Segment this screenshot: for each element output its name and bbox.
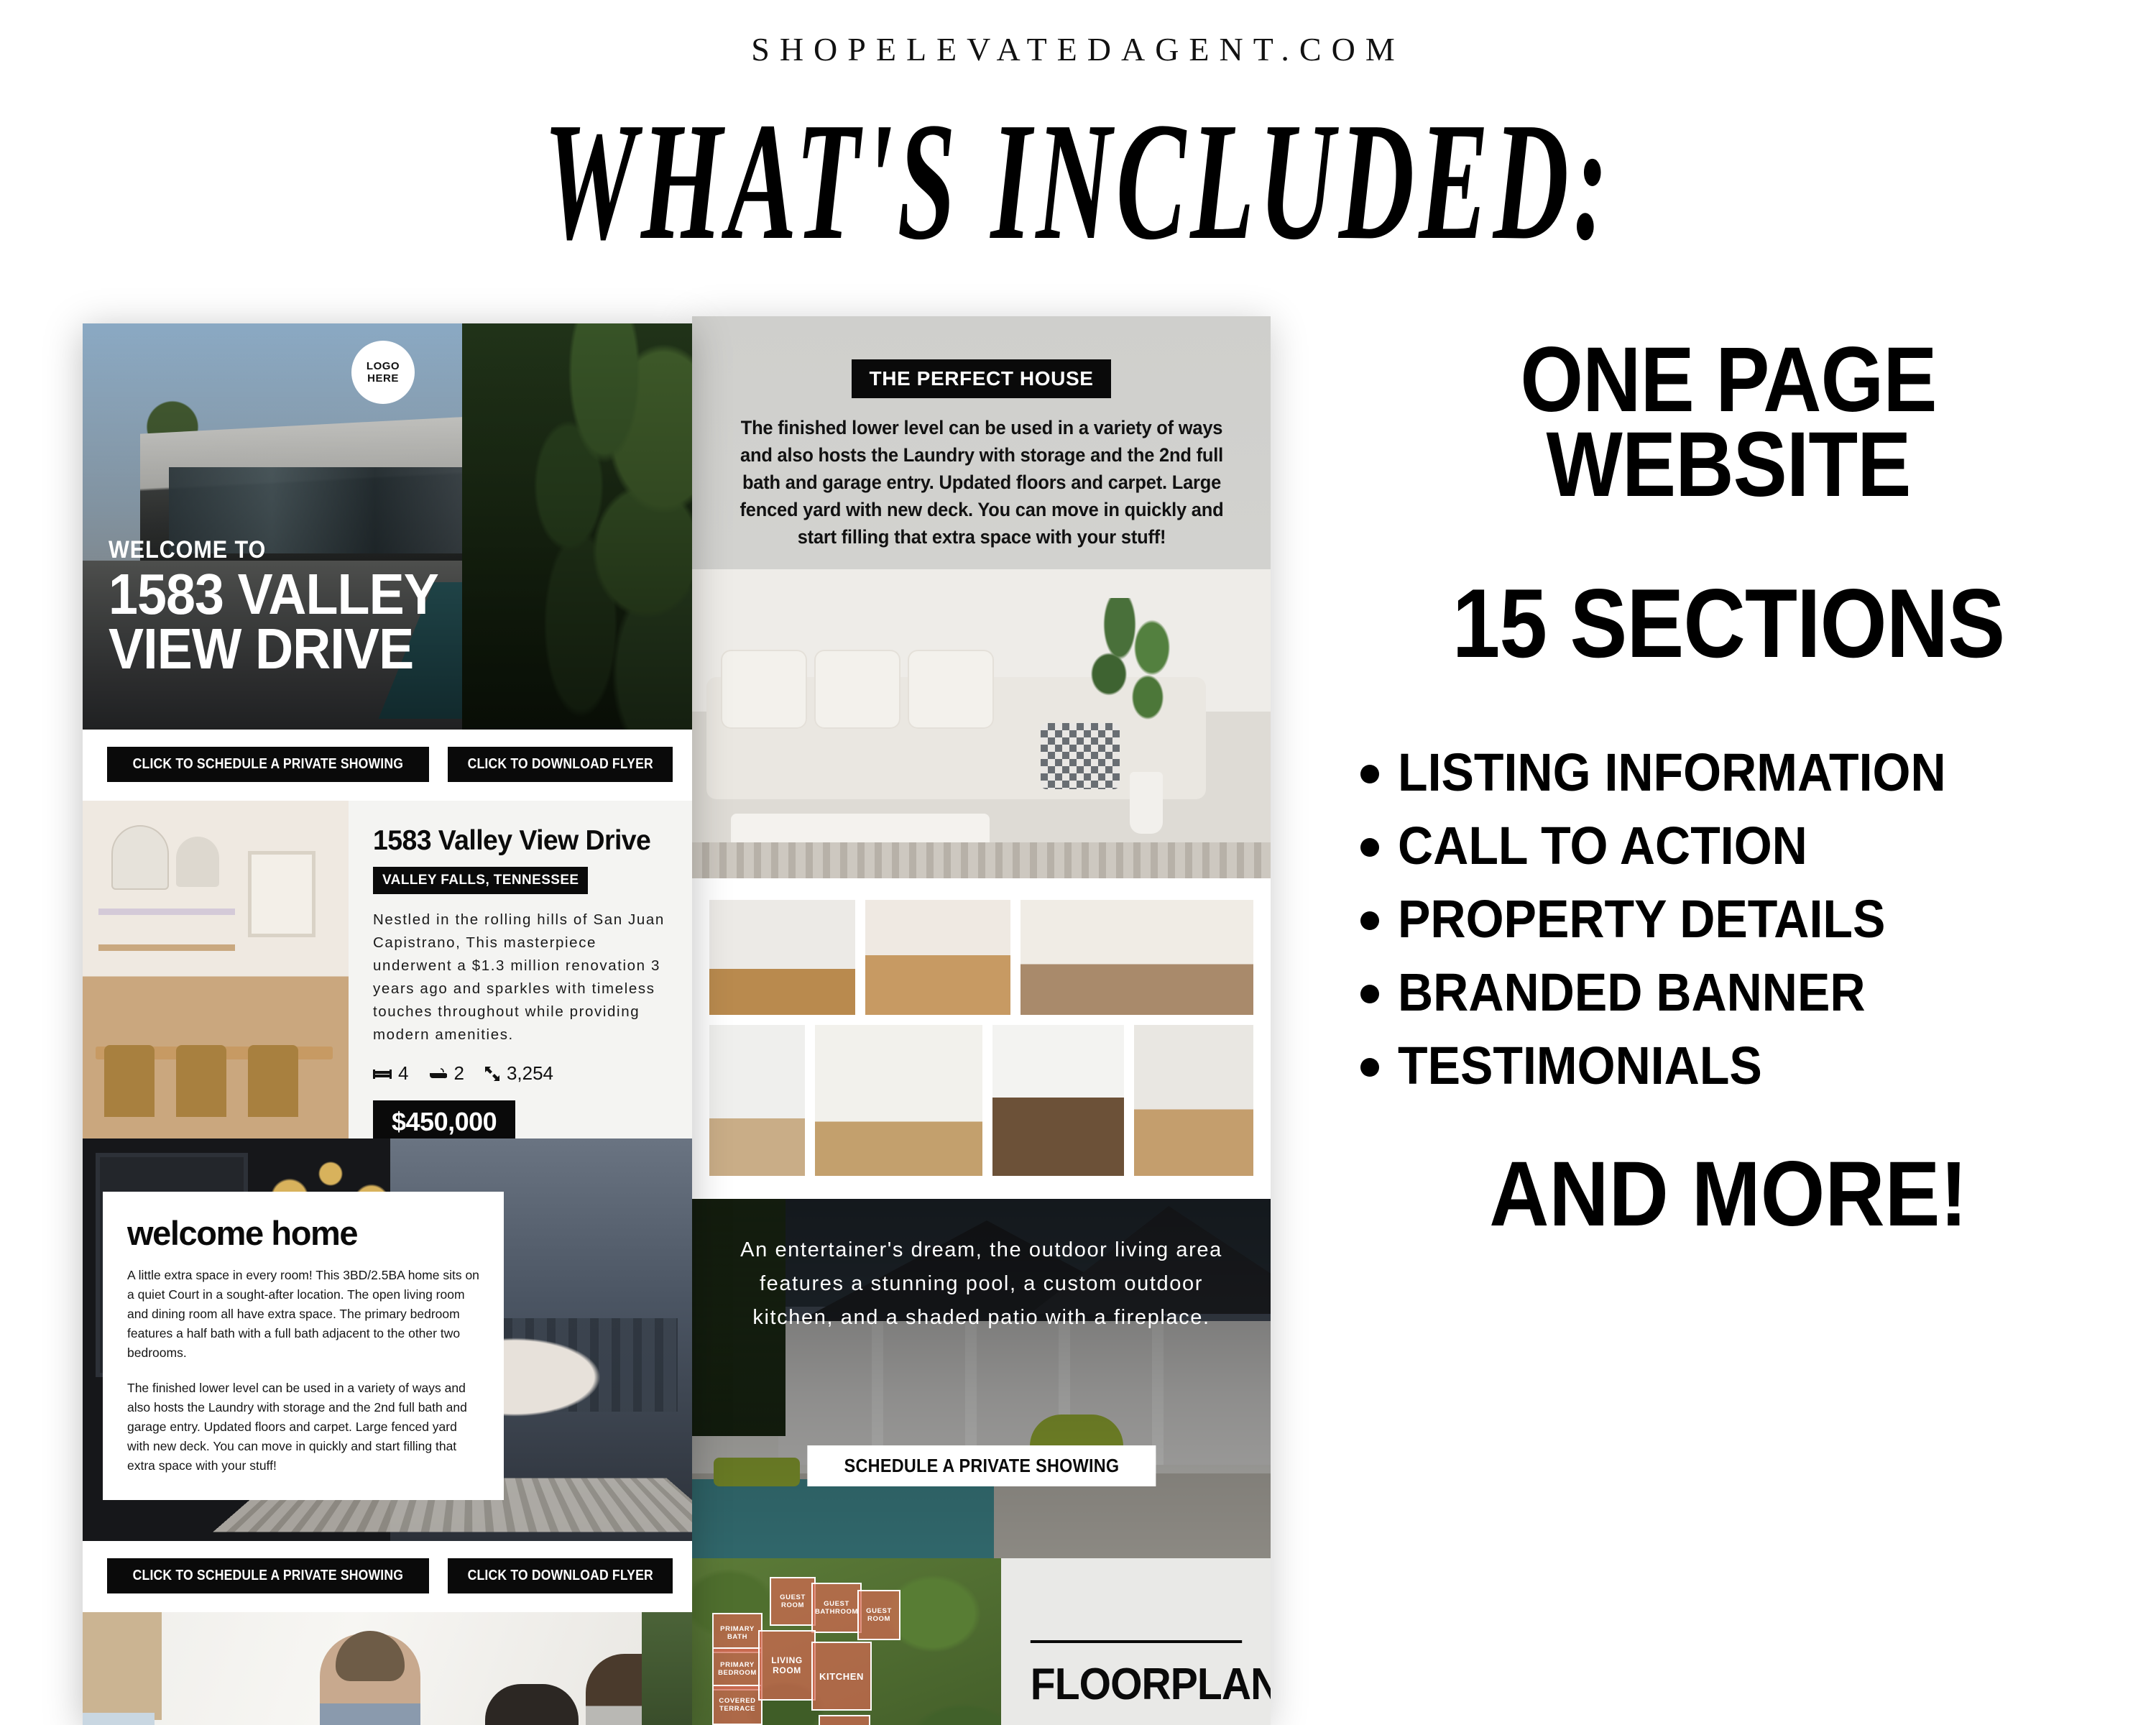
hero-address-line2: VIEW DRIVE <box>109 617 414 681</box>
logo-placeholder-badge: LOGO HERE <box>351 341 415 404</box>
bullet-label-listing-information: LISTING INFORMATION <box>1398 742 1946 802</box>
download-flyer-button-top[interactable]: CLICK TO DOWNLOAD FLYER <box>447 747 673 782</box>
features-column: ONE PAGE WEBSITE 15 SECTIONS LISTING INF… <box>1340 328 2116 1246</box>
list-item: LISTING INFORMATION <box>1360 746 2116 799</box>
schedule-showing-label-top: CLICK TO SCHEDULE A PRIVATE SHOWING <box>132 756 404 772</box>
photo-grid-row <box>709 1025 1253 1176</box>
floorplan-room-pool-house: POOL HOUSE <box>819 1715 870 1725</box>
welcome-home-paragraph-1: A little extra space in every room! This… <box>127 1268 479 1360</box>
list-item: PROPERTY DETAILS <box>1360 893 2116 946</box>
welcome-home-card: welcome home A little extra space in eve… <box>103 1192 504 1500</box>
schedule-showing-button-bottom[interactable]: CLICK TO SCHEDULE A PRIVATE SHOWING <box>107 1558 429 1593</box>
listing-price: $450,000 <box>373 1100 516 1144</box>
grid-photo-sunroom <box>815 1025 982 1176</box>
schedule-showing-label-bottom: CLICK TO SCHEDULE A PRIVATE SHOWING <box>132 1568 404 1583</box>
baths-value: 2 <box>453 1062 464 1084</box>
welcome-home-paragraph-2: The finished lower level can be used in … <box>127 1381 467 1473</box>
headline-line-2: WEBSITE <box>1546 413 1912 516</box>
bullet-label-call-to-action: CALL TO ACTION <box>1398 816 1807 875</box>
perfect-house-section: THE PERFECT HOUSE The finished lower lev… <box>692 316 1271 878</box>
bullet-label-property-details: PROPERTY DETAILS <box>1398 889 1886 949</box>
mockup-left-panel: LOGO HERE WELCOME TO 1583 VALLEY VIEW DR… <box>83 323 692 1725</box>
list-item: CALL TO ACTION <box>1360 819 2116 873</box>
floorplan-room-primary-bedroom: PRIMARY BEDROOM <box>712 1647 763 1690</box>
outdoor-section: An entertainer's dream, the outdoor livi… <box>692 1199 1271 1558</box>
photo-grid-row <box>709 900 1253 1015</box>
floorplan-room-guest-room-2: GUEST ROOM <box>857 1590 900 1640</box>
bullet-dot-icon <box>1360 911 1379 930</box>
and-more-text: AND MORE! <box>1489 1143 1968 1246</box>
download-flyer-label-bottom: CLICK TO DOWNLOAD FLYER <box>467 1568 653 1583</box>
sqft-stat: 3,254 <box>484 1062 553 1085</box>
listing-city-badge: VALLEY FALLS, TENNESSEE <box>373 867 589 894</box>
hero-eyebrow: WELCOME TO <box>109 536 267 564</box>
plant-decor-icon <box>1077 598 1184 763</box>
bathtub-icon <box>430 1067 448 1078</box>
floorplan-title: FLOORPLAN <box>1030 1639 1271 1725</box>
floorplan-room-guest-room-1: GUEST ROOM <box>770 1577 816 1626</box>
bullet-label-branded-banner: BRANDED BANNER <box>1398 962 1866 1022</box>
cta-row-top: CLICK TO SCHEDULE A PRIVATE SHOWING CLIC… <box>83 730 692 801</box>
perfect-house-description: The finished lower level can be used in … <box>740 417 1223 548</box>
floorplan-room-living-room: LIVING ROOM <box>758 1630 816 1701</box>
outdoor-description: An entertainer's dream, the outdoor livi… <box>740 1238 1222 1329</box>
listing-title: 1583 Valley View Drive <box>373 825 651 856</box>
grid-photo-sitting-room <box>709 1025 806 1176</box>
floorplan-room-guest-bathroom: GUEST BATHROOM <box>811 1583 862 1633</box>
download-flyer-button-bottom[interactable]: CLICK TO DOWNLOAD FLYER <box>447 1558 673 1593</box>
sqft-value: 3,254 <box>506 1062 554 1084</box>
welcome-home-title: welcome home <box>127 1214 359 1252</box>
testimonials-photo-section <box>83 1612 692 1725</box>
download-flyer-label-top: CLICK TO DOWNLOAD FLYER <box>467 756 653 772</box>
schedule-private-showing-label: SCHEDULE A PRIVATE SHOWING <box>844 1455 1119 1476</box>
listing-interior-photo <box>83 801 349 1138</box>
logo-badge-line2: HERE <box>367 372 399 385</box>
baths-stat: 2 <box>428 1062 464 1085</box>
floorplan-section: GUEST ROOM GUEST BATHROOM GUEST ROOM PRI… <box>692 1558 1271 1725</box>
listing-stats: 4 2 3,254 <box>373 1062 671 1085</box>
grid-photo-dining-nook <box>865 900 1010 1015</box>
schedule-private-showing-button[interactable]: SCHEDULE A PRIVATE SHOWING <box>806 1445 1156 1486</box>
hero-address-line1: 1583 VALLEY <box>109 562 439 626</box>
schedule-showing-button-top[interactable]: CLICK TO SCHEDULE A PRIVATE SHOWING <box>107 747 429 782</box>
list-item: TESTIMONIALS <box>1360 1039 2116 1092</box>
listing-description: Nestled in the rolling hills of San Juan… <box>373 911 665 1043</box>
floorplan-room-kitchen: KITCHEN <box>811 1642 872 1711</box>
area-arrows-icon <box>484 1066 499 1081</box>
site-url: SHOPELEVATEDAGENT.COM <box>751 31 1405 68</box>
sections-count: 15 SECTIONS <box>1452 569 2005 678</box>
welcome-home-section: welcome home A little extra space in eve… <box>83 1138 692 1541</box>
grid-photo-dining-room <box>1021 900 1253 1015</box>
bullet-label-testimonials: TESTIMONIALS <box>1398 1036 1762 1095</box>
features-bullet-list: LISTING INFORMATION CALL TO ACTION PROPE… <box>1340 746 2116 1092</box>
photo-grid <box>692 878 1271 1199</box>
living-room-photo <box>692 569 1271 878</box>
mockup-center-panel: THE PERFECT HOUSE The finished lower lev… <box>692 316 1271 1725</box>
bullet-dot-icon <box>1360 838 1379 857</box>
grid-photo-office <box>1133 1025 1253 1176</box>
page-title: WHAT'S INCLUDED: <box>543 88 1613 275</box>
logo-badge-line1: LOGO <box>366 360 400 372</box>
beds-stat: 4 <box>373 1062 408 1085</box>
floorplan-room-covered-terrace: COVERED TERRACE <box>712 1685 763 1725</box>
headline-line-1: ONE PAGE <box>1520 328 1937 431</box>
bed-icon <box>373 1069 392 1079</box>
cta-row-bottom: CLICK TO SCHEDULE A PRIVATE SHOWING CLIC… <box>83 1541 692 1612</box>
one-page-website-headline: ONE PAGE WEBSITE <box>1387 328 2070 516</box>
beds-value: 4 <box>398 1062 409 1084</box>
bullet-dot-icon <box>1360 765 1379 783</box>
list-item: BRANDED BANNER <box>1360 966 2116 1019</box>
perfect-house-tag: THE PERFECT HOUSE <box>852 359 1111 398</box>
floorplan-aerial-photo: GUEST ROOM GUEST BATHROOM GUEST ROOM PRI… <box>692 1558 1001 1725</box>
bullet-dot-icon <box>1360 985 1379 1003</box>
bullet-dot-icon <box>1360 1058 1379 1077</box>
grid-photo-bathroom <box>709 900 855 1015</box>
hero-section: LOGO HERE WELCOME TO 1583 VALLEY VIEW DR… <box>83 323 692 730</box>
grid-photo-kitchen-island <box>992 1025 1124 1176</box>
listing-information-section: 1583 Valley View Drive VALLEY FALLS, TEN… <box>83 801 692 1144</box>
